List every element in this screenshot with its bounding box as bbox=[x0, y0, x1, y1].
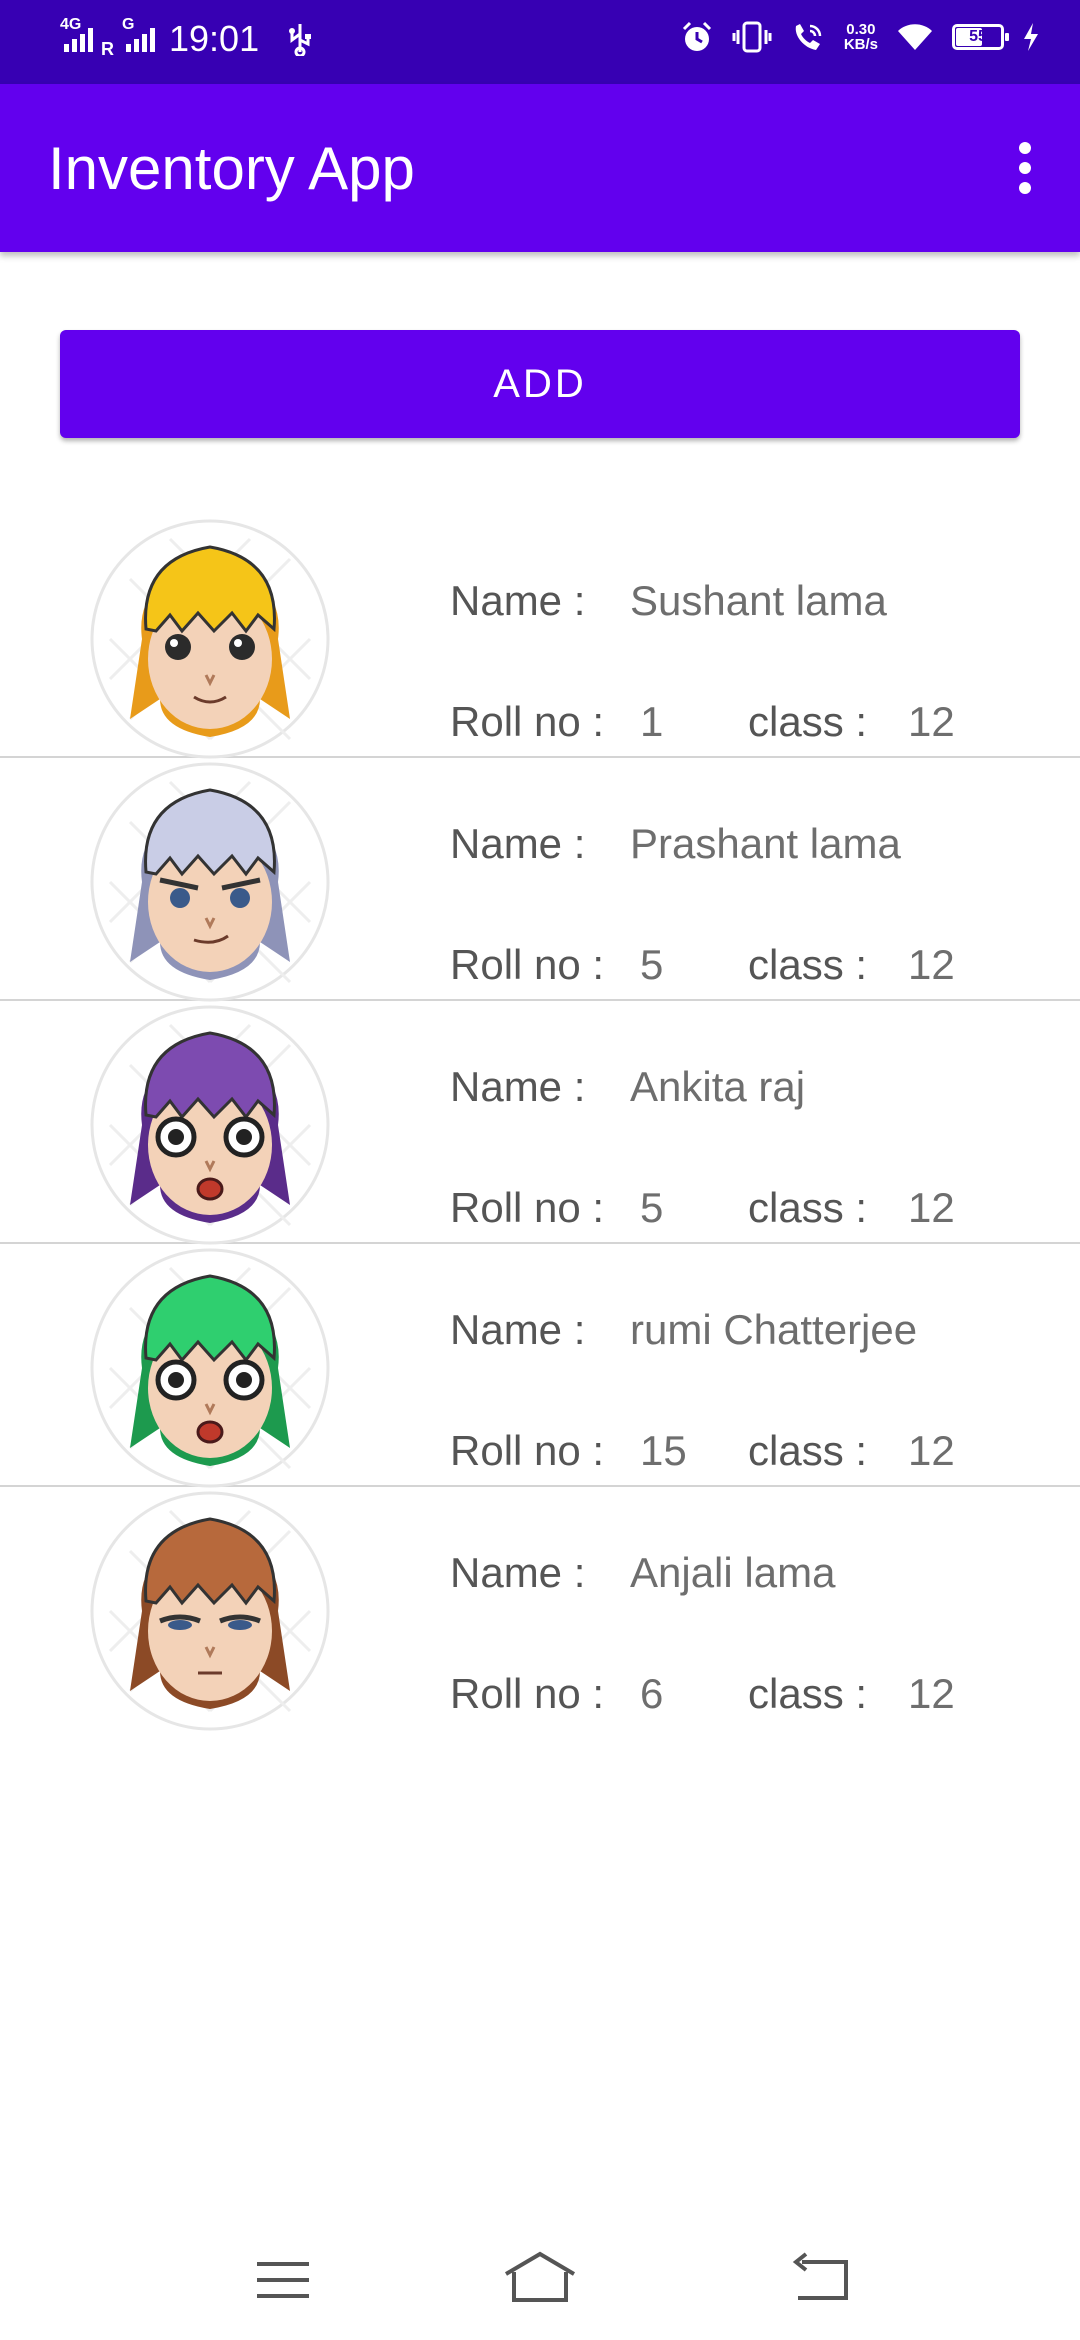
speed-value: 0.30 bbox=[846, 21, 876, 38]
avatar bbox=[90, 1248, 330, 1488]
app-title: Inventory App bbox=[48, 135, 415, 202]
class-value: 12 bbox=[908, 1670, 955, 1717]
roll-number: 5 bbox=[640, 1184, 664, 1231]
name-label: Name : bbox=[450, 1306, 586, 1353]
avatar bbox=[90, 1491, 330, 1731]
list-item[interactable]: Name : Anjali lama Roll no : 6 class : 12 bbox=[0, 1487, 1080, 1731]
status-time: 19:01 bbox=[169, 18, 260, 59]
battery-level: 55 bbox=[969, 28, 987, 45]
roll-label: Roll no : bbox=[450, 1670, 605, 1717]
class-value: 12 bbox=[908, 941, 955, 988]
class-label: class : bbox=[748, 941, 868, 988]
home-icon[interactable] bbox=[500, 2250, 580, 2310]
name-label: Name : bbox=[450, 1549, 586, 1596]
cell-signal-2-icon: G bbox=[122, 16, 155, 52]
list-item[interactable]: Name : Sushant lama Roll no : 1 class : 12 bbox=[0, 515, 1080, 759]
wifi-call-icon bbox=[795, 24, 822, 50]
class-label: class : bbox=[748, 1184, 868, 1231]
roll-number: 15 bbox=[640, 1427, 687, 1474]
student-name: Ankita raj bbox=[630, 1063, 806, 1110]
status-left: 4G R G 19:01 bbox=[60, 16, 315, 60]
roll-number: 5 bbox=[640, 941, 664, 988]
status-right: 0.30 KB/s 55 bbox=[680, 20, 1040, 54]
avatar bbox=[90, 519, 330, 759]
roll-label: Roll no : bbox=[450, 1184, 605, 1231]
roll-number: 6 bbox=[640, 1670, 664, 1717]
back-icon[interactable] bbox=[782, 2250, 862, 2310]
list-item[interactable]: Name : Prashant lama Roll no : 5 class : 12 bbox=[0, 758, 1080, 1002]
navigation-bar bbox=[0, 2220, 1080, 2340]
roll-label: Roll no : bbox=[450, 698, 605, 745]
more-vert-icon[interactable] bbox=[1000, 136, 1050, 200]
add-button[interactable]: ADD bbox=[60, 330, 1020, 438]
class-value: 12 bbox=[908, 1427, 955, 1474]
student-name: Anjali lama bbox=[630, 1549, 836, 1596]
list-item[interactable]: Name : rumi Chatterjee Roll no : 15 class : 1… bbox=[0, 1244, 1080, 1488]
name-label: Name : bbox=[450, 577, 586, 624]
name-label: Name : bbox=[450, 820, 586, 867]
battery-icon: 55 bbox=[952, 24, 1009, 50]
menu-icon[interactable] bbox=[243, 2250, 323, 2310]
network-type-1: 4G bbox=[60, 16, 82, 33]
status-bar: 4G R G 19:01 0.30 KB/s 55 bbox=[0, 0, 1080, 84]
student-name: Prashant lama bbox=[630, 820, 901, 867]
wifi-icon bbox=[898, 24, 932, 50]
charging-icon bbox=[1024, 23, 1038, 51]
roaming-indicator: R bbox=[101, 39, 114, 59]
list-item[interactable]: Name : Ankita raj Roll no : 5 class : 12 bbox=[0, 1001, 1080, 1245]
student-name: rumi Chatterjee bbox=[630, 1306, 918, 1353]
avatar bbox=[90, 762, 330, 1002]
usb-icon bbox=[289, 24, 312, 56]
app-bar: Inventory App bbox=[0, 84, 1080, 252]
avatar bbox=[90, 1005, 330, 1245]
vibrate-icon bbox=[732, 21, 772, 53]
cell-signal-icon: 4G bbox=[60, 16, 93, 52]
student-list: Name : Sushant lama Roll no :1 class :12 Nam… bbox=[0, 515, 1080, 1731]
speed-unit: KB/s bbox=[843, 36, 878, 53]
alarm-icon bbox=[682, 21, 711, 51]
class-label: class : bbox=[748, 698, 868, 745]
class-label: class : bbox=[748, 1670, 868, 1717]
class-value: 12 bbox=[908, 1184, 955, 1231]
roll-label: Roll no : bbox=[450, 1427, 605, 1474]
network-speed: 0.30 KB/s bbox=[844, 22, 878, 52]
name-label: Name : bbox=[450, 1063, 586, 1110]
roll-label: Roll no : bbox=[450, 941, 605, 988]
class-label: class : bbox=[748, 1427, 868, 1474]
student-name: Sushant lama bbox=[630, 577, 887, 624]
class-value: 12 bbox=[908, 698, 955, 745]
network-type-2: G bbox=[122, 16, 135, 33]
roll-number: 1 bbox=[640, 698, 664, 745]
